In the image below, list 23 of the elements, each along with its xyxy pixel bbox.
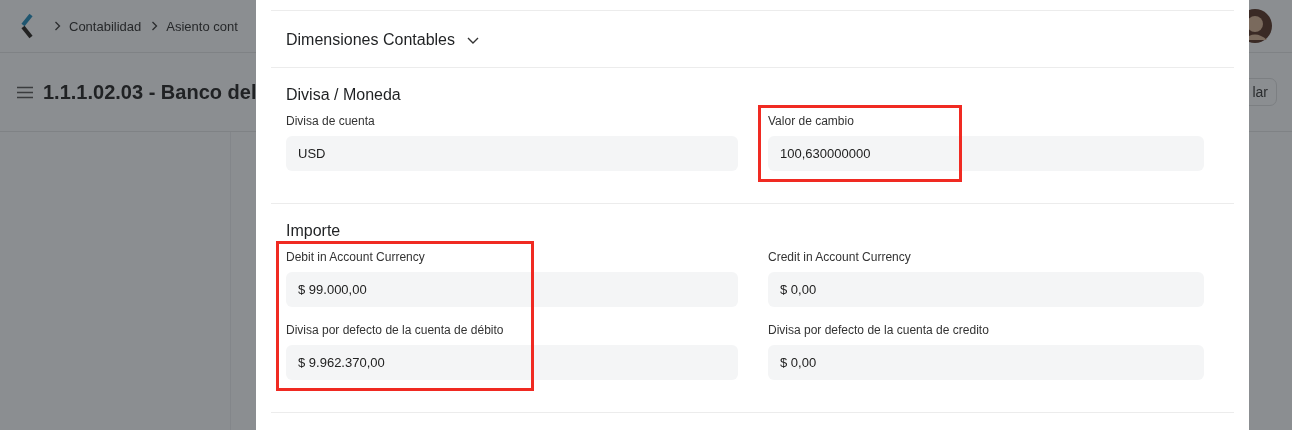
field-label: Valor de cambio [768,114,855,128]
field-label: Divisa por defecto de la cuenta de credito [768,323,990,337]
menu-icon[interactable] [17,85,33,99]
breadcrumb-link[interactable]: Contabilidad [69,18,142,34]
chevron-icon [54,21,61,31]
field-label: Divisa de cuenta [286,114,376,128]
breadcrumb-link[interactable]: Asiento cont [166,18,238,34]
input-field[interactable]: $ 9.962.370,00 [286,345,738,380]
field-label: Debit in Account Currency [286,250,426,264]
chevron-icon [151,21,159,31]
chevron-icon[interactable] [467,36,479,44]
input-field[interactable]: $ 99.000,00 [286,272,738,307]
field-label: Credit in Account Currency [768,250,912,264]
section-title: Divisa / Moneda [286,86,402,104]
input-field[interactable]: 100,630000000 [768,136,1204,171]
input-field[interactable]: USD [286,136,738,171]
input-field[interactable]: $ 0,00 [768,345,1204,380]
logo-icon[interactable] [20,13,34,39]
section-title: Importe [286,222,342,240]
field-label: Divisa por defecto de la cuenta de débito [286,323,505,337]
input-field[interactable]: $ 0,00 [768,272,1204,307]
section-title[interactable]: Dimensiones Contables [286,31,455,49]
page-title: 1.1.1.02.03 - Banco del [43,80,257,104]
